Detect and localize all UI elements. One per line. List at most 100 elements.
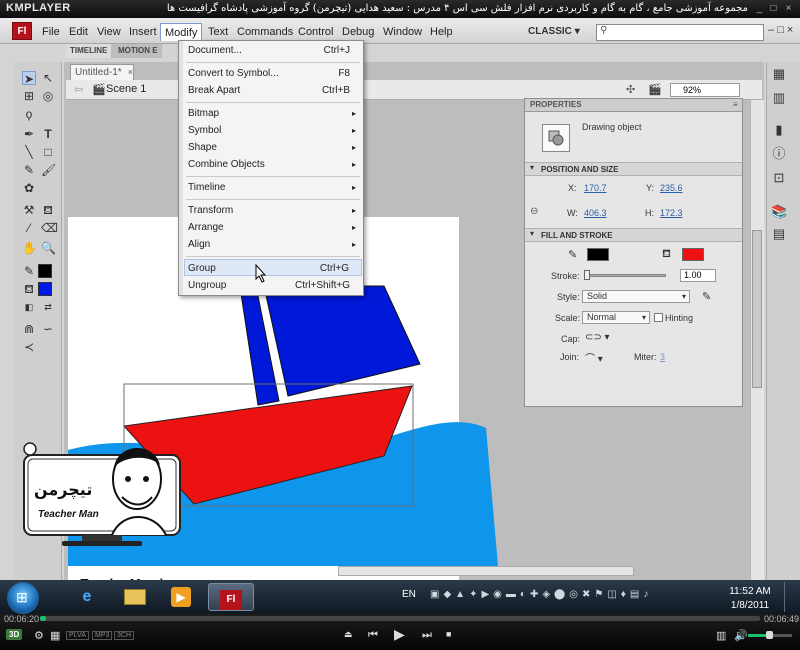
- tray-icon[interactable]: ✖: [582, 589, 594, 600]
- minimize-icon[interactable]: _: [754, 3, 765, 14]
- media-player-icon[interactable]: ▶: [164, 583, 198, 611]
- edit-symbols-icon[interactable]: ✣: [626, 83, 635, 96]
- workspace-switcher[interactable]: CLASSIC ▾: [528, 24, 582, 40]
- tray-icon[interactable]: ◈: [542, 589, 554, 600]
- scale-dropdown[interactable]: Normal ▾: [582, 311, 650, 324]
- menu-insert[interactable]: Insert: [125, 23, 161, 41]
- menu-debug[interactable]: Debug: [338, 23, 378, 41]
- swap-colors-icon[interactable]: ⇄: [41, 300, 55, 314]
- info-icon[interactable]: ⓘ: [771, 146, 787, 162]
- x-value[interactable]: 170.7: [584, 183, 607, 193]
- fill-color-swatch[interactable]: [38, 282, 52, 296]
- lasso-tool-icon[interactable]: ϙ: [22, 107, 36, 121]
- tray-icon[interactable]: ▤: [630, 589, 643, 600]
- library-icon[interactable]: 📚: [771, 204, 787, 220]
- tray-icon[interactable]: ✚: [530, 589, 542, 600]
- menu-commands[interactable]: Commands: [233, 23, 297, 41]
- tray-icon[interactable]: ⚑: [594, 589, 607, 600]
- menu-item-combine-objects[interactable]: Combine Objects ▸: [186, 156, 362, 173]
- pencil-tool-icon[interactable]: ✎: [22, 163, 36, 177]
- panel-menu-icon[interactable]: ≡: [733, 100, 738, 109]
- rectangle-tool-icon[interactable]: □: [41, 145, 55, 159]
- join-round-icon[interactable]: ⌒ ▾: [585, 350, 603, 365]
- 3d-rotation-tool-icon[interactable]: ◎: [41, 89, 55, 103]
- start-button[interactable]: ⊞: [7, 582, 39, 614]
- tray-icon[interactable]: ▣: [430, 589, 443, 600]
- miter-value[interactable]: 3: [660, 352, 665, 362]
- deco-tool-icon[interactable]: ✿: [22, 181, 36, 195]
- eraser-tool-icon[interactable]: ⌫: [41, 221, 58, 235]
- text-tool-icon[interactable]: T: [41, 127, 55, 141]
- tab-motion-editor[interactable]: MOTION E: [114, 44, 162, 58]
- hinting-checkbox[interactable]: [654, 313, 663, 322]
- settings-icon[interactable]: ⚙: [34, 629, 44, 642]
- bone-tool-icon[interactable]: ⚒: [22, 203, 36, 217]
- menu-window[interactable]: Window: [379, 23, 426, 41]
- document-tab[interactable]: Untitled-1* ×: [70, 64, 134, 80]
- language-indicator[interactable]: EN: [402, 589, 416, 600]
- menu-item-bitmap[interactable]: Bitmap ▸: [186, 105, 362, 122]
- align-icon[interactable]: ▮: [771, 122, 787, 138]
- y-value[interactable]: 235.6: [660, 183, 683, 193]
- eject-icon[interactable]: ⏏: [344, 629, 353, 640]
- edit-stroke-style-icon[interactable]: ✎: [702, 290, 711, 303]
- eyedropper-tool-icon[interactable]: ⁄: [22, 221, 36, 235]
- tray-icon[interactable]: ◆: [443, 589, 455, 600]
- close-icon[interactable]: ×: [783, 3, 794, 14]
- vertical-scroll-thumb[interactable]: [752, 230, 762, 388]
- stop-icon[interactable]: ■: [446, 629, 451, 639]
- tray-icon[interactable]: ◐: [520, 589, 530, 600]
- horizontal-scrollbar[interactable]: [338, 566, 634, 576]
- subselection-tool-icon[interactable]: ↖: [41, 71, 55, 85]
- smooth-icon[interactable]: ∽: [41, 322, 55, 336]
- color-panel-icon[interactable]: ▦: [771, 66, 787, 82]
- menu-item-break-apart[interactable]: Break Apart Ctrl+B: [186, 82, 362, 99]
- paint-bucket-tool-icon[interactable]: ⛾: [41, 203, 55, 217]
- hand-tool-icon[interactable]: ✋: [22, 241, 37, 255]
- tab-timeline[interactable]: TIMELINE: [66, 44, 112, 58]
- zoom-select[interactable]: 92%: [670, 83, 740, 97]
- line-tool-icon[interactable]: ╲: [22, 145, 36, 159]
- help-search-input[interactable]: ⚲: [596, 24, 764, 41]
- section-position-size[interactable]: POSITION AND SIZE: [525, 162, 742, 176]
- tray-icon[interactable]: ✦: [469, 589, 481, 600]
- tray-icon[interactable]: ◫: [607, 589, 620, 600]
- style-dropdown[interactable]: Solid ▾: [582, 290, 690, 303]
- restore-icon[interactable]: □: [777, 24, 784, 36]
- previous-icon[interactable]: ⏮: [368, 629, 378, 642]
- menu-item-align[interactable]: Align ▸: [186, 236, 362, 253]
- 3d-badge[interactable]: 3D: [6, 629, 23, 640]
- stroke-slider[interactable]: [584, 274, 666, 277]
- free-transform-tool-icon[interactable]: ⊞: [22, 89, 36, 103]
- menu-item-group[interactable]: Group Ctrl+G: [184, 259, 362, 276]
- menu-item-shape[interactable]: Shape ▸: [186, 139, 362, 156]
- equalizer-icon[interactable]: ▥: [716, 629, 726, 642]
- close-icon[interactable]: ×: [787, 24, 793, 36]
- menu-help[interactable]: Help: [426, 23, 457, 41]
- tray-icon[interactable]: ◉: [493, 589, 506, 600]
- tray-icon[interactable]: ◎: [569, 589, 582, 600]
- maximize-icon[interactable]: □: [768, 3, 779, 14]
- menu-text[interactable]: Text: [204, 23, 232, 41]
- straighten-icon[interactable]: ≺: [22, 340, 36, 354]
- menu-item-transform[interactable]: Transform ▸: [186, 202, 362, 219]
- menu-icon[interactable]: ▦: [50, 629, 60, 642]
- taskbar-clock[interactable]: 11:52 AM 1/8/2011: [727, 585, 773, 613]
- lock-proportions-icon[interactable]: ⊖: [530, 206, 538, 217]
- menu-item-timeline[interactable]: Timeline ▸: [186, 179, 362, 196]
- pen-tool-icon[interactable]: ✒: [22, 127, 36, 141]
- menu-control[interactable]: Control: [294, 23, 337, 41]
- play-icon[interactable]: ▶: [394, 626, 405, 643]
- back-arrow-icon[interactable]: ⇦: [74, 83, 83, 96]
- fill-color-swatch[interactable]: [682, 248, 704, 261]
- tray-icon[interactable]: ▬: [506, 589, 520, 600]
- tray-icon[interactable]: ♪: [643, 589, 652, 600]
- cap-round-icon[interactable]: ⊂⊃ ▾: [585, 332, 610, 343]
- stroke-color-swatch[interactable]: [38, 264, 52, 278]
- tray-icon[interactable]: ▶: [481, 589, 493, 600]
- menu-modify[interactable]: Modify: [160, 23, 202, 41]
- volume-icon[interactable]: 🔊: [734, 629, 748, 642]
- flash-taskbar-button[interactable]: Fl: [208, 583, 254, 611]
- tray-icon[interactable]: ⬤: [554, 589, 569, 600]
- seek-bar[interactable]: [40, 616, 760, 621]
